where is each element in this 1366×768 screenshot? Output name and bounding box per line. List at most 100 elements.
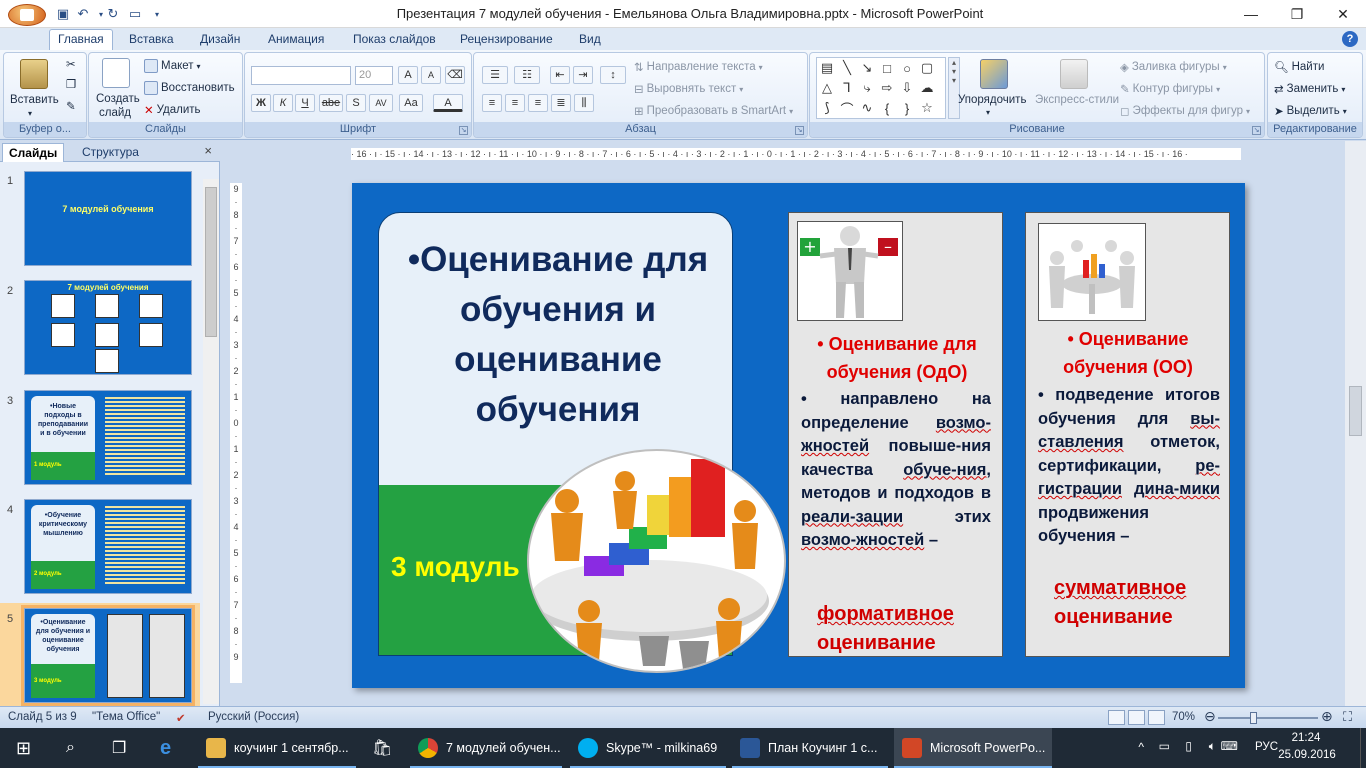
- shape-connector-icon[interactable]: ⤷: [859, 80, 875, 96]
- shape-line-icon[interactable]: ╲: [839, 60, 855, 76]
- font-size-combo[interactable]: 20: [355, 66, 393, 85]
- shape-effects-button[interactable]: ◻ Эффекты для фигур ▾: [1120, 104, 1250, 118]
- slide-thumbnail-1[interactable]: 7 модулей обучения: [24, 171, 192, 266]
- module-label[interactable]: 3 модуль: [391, 551, 520, 583]
- shape-rect-icon[interactable]: □: [879, 60, 895, 76]
- shape-down-arrow-icon[interactable]: ⇩: [899, 80, 915, 96]
- tab-view[interactable]: Вид: [571, 30, 609, 50]
- search-icon[interactable]: ⌕: [58, 728, 92, 768]
- replace-button[interactable]: ⇄ Заменить ▾: [1274, 82, 1345, 96]
- decrease-indent-icon[interactable]: ⇤: [550, 66, 570, 84]
- meeting-chart-picture[interactable]: [527, 449, 786, 673]
- save-icon[interactable]: ▣: [54, 5, 72, 23]
- store-icon[interactable]: 🛍︎: [364, 728, 398, 768]
- increase-indent-icon[interactable]: ⇥: [573, 66, 593, 84]
- edge-icon[interactable]: e: [152, 728, 186, 768]
- new-slide-label2[interactable]: слайд: [99, 107, 131, 119]
- shape-oval-icon[interactable]: ○: [899, 60, 915, 76]
- shape-brace-icon[interactable]: {: [879, 100, 895, 116]
- shape-rounded-rect-icon[interactable]: ▢: [919, 60, 935, 76]
- zoom-out-icon[interactable]: ⊖: [1204, 708, 1216, 725]
- volume-icon[interactable]: 🔈︎: [1209, 739, 1216, 754]
- shape-elbow-icon[interactable]: ⅂: [839, 80, 855, 96]
- shapes-scroll[interactable]: ▴ ▾ ▾: [948, 57, 960, 119]
- shadow-button[interactable]: S: [346, 94, 366, 112]
- task-view-icon[interactable]: ❐: [104, 728, 138, 768]
- grow-font-button[interactable]: A: [398, 66, 418, 84]
- tab-slides-pane[interactable]: Слайды: [2, 143, 65, 162]
- scrollbar-thumb[interactable]: [205, 187, 217, 337]
- delete-slide-button[interactable]: ✕ Удалить: [144, 103, 201, 117]
- reset-button[interactable]: Восстановить: [144, 81, 235, 95]
- bold-button[interactable]: Ж: [251, 94, 271, 112]
- slide-thumbnail-4[interactable]: •Обучение критическому мышлению 2 модуль: [24, 499, 192, 594]
- cut-icon[interactable]: ✂: [66, 57, 76, 71]
- normal-view-button[interactable]: [1108, 710, 1125, 725]
- clear-format-icon[interactable]: ⌫: [445, 66, 465, 84]
- arrange-button[interactable]: Упорядочить: [958, 94, 1026, 106]
- open-icon[interactable]: ▭: [126, 5, 144, 23]
- shape-arc-icon[interactable]: ⌒: [839, 100, 855, 117]
- slide-thumbnail-5[interactable]: •Оценивание для обучения и оценивание об…: [21, 605, 195, 706]
- columns-icon[interactable]: ⫼: [574, 94, 594, 112]
- bullets-icon[interactable]: ☰: [482, 66, 508, 84]
- line-spacing-icon[interactable]: ↕: [600, 66, 626, 84]
- fit-to-window-icon[interactable]: ⛶: [1343, 709, 1352, 725]
- align-left-icon[interactable]: ≡: [482, 94, 502, 112]
- drawing-dialog-launcher[interactable]: ↘: [1252, 126, 1261, 135]
- paste-button[interactable]: Вставить: [10, 94, 59, 106]
- slide-sorter-button[interactable]: [1128, 710, 1145, 725]
- shrink-font-button[interactable]: A: [421, 66, 441, 84]
- close-button[interactable]: ✕: [1320, 0, 1366, 28]
- copy-icon[interactable]: ❐: [66, 77, 76, 91]
- shapes-gallery[interactable]: ▤ ╲ ↘ □ ○ ▢ △ ⅂ ⤷ ⇨ ⇩ ☁ ⟆ ⌒ ∿ { } ☆: [816, 57, 946, 119]
- restore-button[interactable]: ❐: [1274, 0, 1320, 28]
- find-button[interactable]: 🔍︎ Найти: [1274, 60, 1324, 74]
- shape-fill-button[interactable]: ◈ Заливка фигуры ▾: [1120, 60, 1227, 74]
- tray-overflow-icon[interactable]: ^: [1138, 740, 1144, 754]
- card-formative[interactable]: + – • Оценивание для обучения (ОдО) • на…: [788, 212, 1003, 657]
- clock-time[interactable]: 21:24: [1276, 732, 1336, 744]
- meeting-picture[interactable]: [1038, 223, 1146, 321]
- shape-right-arrow-icon[interactable]: ⇨: [879, 80, 895, 96]
- slideshow-button[interactable]: [1148, 710, 1165, 725]
- font-color-button[interactable]: A: [433, 94, 463, 112]
- taskbar-powerpoint[interactable]: Microsoft PowerPo...: [894, 728, 1052, 768]
- font-dialog-launcher[interactable]: ↘: [459, 126, 468, 135]
- taskbar-skype[interactable]: Skype™ - milkina69: [570, 728, 726, 768]
- change-case-button[interactable]: Aa: [399, 94, 423, 112]
- shape-star-icon[interactable]: ☆: [919, 100, 935, 116]
- taskbar-explorer[interactable]: коучинг 1 сентябр...: [198, 728, 356, 768]
- shape-callout-icon[interactable]: ☁: [919, 80, 935, 96]
- theme-name[interactable]: "Тема Office": [92, 711, 160, 723]
- scrollbar-thumb[interactable]: [1349, 386, 1362, 436]
- horizontal-ruler[interactable]: · 16 · ı · 15 · ı · 14 · ı · 13 · ı · 12…: [351, 148, 1241, 160]
- battery-icon[interactable]: ▯: [1185, 739, 1192, 753]
- tab-design[interactable]: Дизайн: [192, 30, 248, 50]
- clock-date[interactable]: 25.09.2016: [1272, 749, 1342, 761]
- card-summative[interactable]: • Оценивание обучения (ОО) • подведение …: [1025, 212, 1230, 657]
- taskbar-word[interactable]: План Коучинг 1 с...: [732, 728, 888, 768]
- vertical-ruler[interactable]: 9 · 8 · 7 · 6 · 5 · 4 · 3 · 2 · 1 · 0 · 1 · 2 · 3 · 4 · 5 · 6 · 7 · 8 · 9: [230, 183, 242, 683]
- shape-freeform-icon[interactable]: ⟆: [819, 100, 835, 116]
- pane-close-icon[interactable]: ×: [204, 143, 212, 158]
- taskbar-chrome[interactable]: 7 модулей обучен...: [410, 728, 562, 768]
- text-direction-button[interactable]: ⇅ Направление текста ▾: [634, 60, 763, 74]
- slide-thumbnail-3[interactable]: •Новые подходы в преподавании и в обучен…: [24, 390, 192, 485]
- align-text-button[interactable]: ⊟ Выровнять текст ▾: [634, 82, 743, 96]
- card2-title[interactable]: • Оценивание обучения (ОО): [1030, 325, 1226, 381]
- undo-icon[interactable]: ↶: [74, 5, 92, 23]
- underline-button[interactable]: Ч: [295, 94, 315, 112]
- slide-title[interactable]: •Оценивание для обучения и оценивание об…: [403, 235, 713, 435]
- strike-button[interactable]: abe: [319, 94, 343, 112]
- tab-animation[interactable]: Анимация: [260, 30, 332, 50]
- paste-dropdown-icon[interactable]: ▾: [28, 109, 32, 118]
- spacing-button[interactable]: AV: [369, 94, 393, 112]
- zoom-level[interactable]: 70%: [1172, 711, 1195, 723]
- align-right-icon[interactable]: ≡: [528, 94, 548, 112]
- language-indicator[interactable]: Русский (Россия): [208, 711, 299, 723]
- help-icon[interactable]: ?: [1342, 31, 1358, 47]
- shape-curve-icon[interactable]: ∿: [859, 100, 875, 116]
- keyboard-icon[interactable]: ⌨: [1221, 739, 1238, 753]
- font-name-combo[interactable]: [251, 66, 351, 85]
